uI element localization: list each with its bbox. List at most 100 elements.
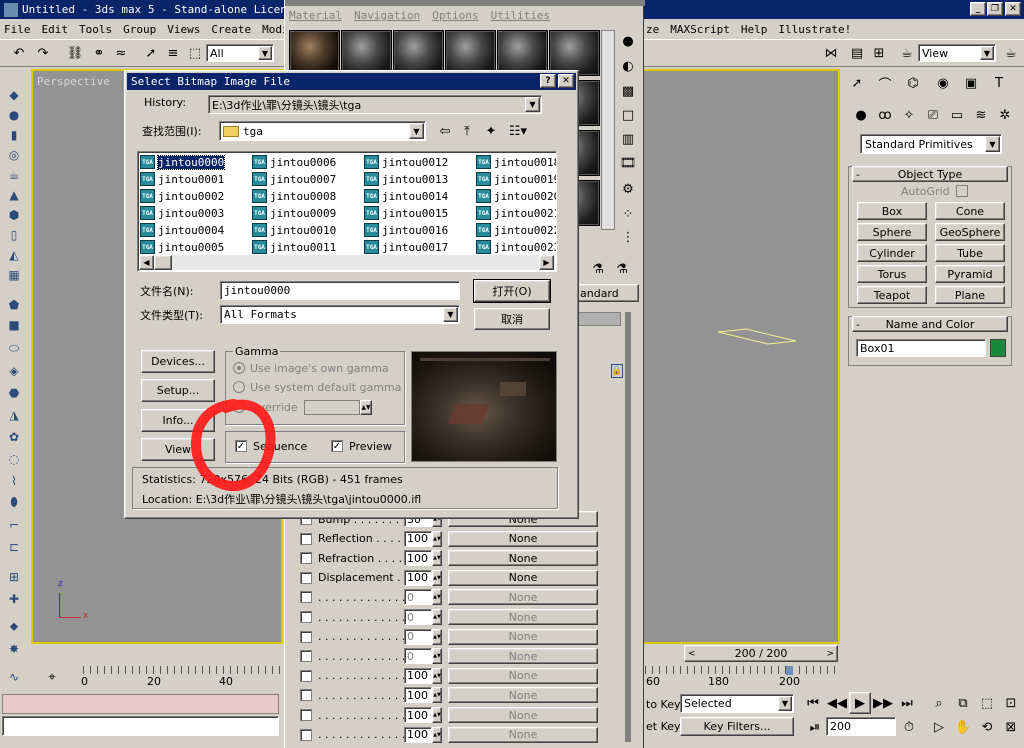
file-item[interactable]: TGA jintou0016: [364, 222, 448, 238]
play-icon[interactable]: ▶: [849, 692, 871, 714]
pick-material-icon[interactable]: ⚗: [587, 258, 609, 280]
map-enable-checkbox[interactable]: [300, 709, 312, 721]
spinner-arrows-icon[interactable]: ▲▼: [432, 687, 442, 704]
fov-icon[interactable]: ▷: [928, 716, 950, 738]
map-button[interactable]: None: [448, 648, 598, 665]
background-checker-icon[interactable]: ▩: [617, 80, 639, 102]
file-item[interactable]: TGA jintou0006: [252, 154, 336, 170]
motion-tab-icon[interactable]: ◉: [932, 72, 954, 94]
scroll-thumb[interactable]: [154, 255, 172, 270]
sample-type-icon[interactable]: ●: [617, 30, 639, 52]
object-color-swatch[interactable]: [990, 339, 1006, 357]
file-item[interactable]: TGA jintou0011: [252, 239, 336, 255]
primitive-button-torus[interactable]: Torus: [857, 265, 927, 283]
file-item[interactable]: TGA jintou0010: [252, 222, 336, 238]
prism-tool-icon[interactable]: ◮: [5, 406, 23, 423]
spline-tool-icon[interactable]: ∿: [5, 668, 23, 685]
torus-knot-tool-icon[interactable]: ✿: [5, 428, 23, 445]
zoom-extents-icon[interactable]: ⬚: [976, 692, 998, 714]
quick-render-icon[interactable]: ☕: [1000, 42, 1022, 64]
map-button[interactable]: None: [448, 707, 598, 723]
close-button[interactable]: ✕: [1005, 2, 1021, 16]
teapot-tool-icon[interactable]: ☕: [5, 166, 23, 183]
link-icon[interactable]: ⛓: [64, 42, 86, 64]
menu-customize[interactable]: ze: [646, 23, 659, 36]
helpers-icon[interactable]: ▭: [946, 104, 968, 126]
align-icon[interactable]: ▤: [846, 42, 868, 64]
file-item[interactable]: TGA jintou0001: [140, 171, 224, 187]
menu-file[interactable]: File: [4, 23, 31, 36]
gamma-override-spinner[interactable]: [304, 400, 360, 415]
file-list-hscrollbar[interactable]: ◀ ▶: [139, 255, 555, 270]
prev-frame-icon[interactable]: ◀◀: [826, 692, 848, 714]
file-item[interactable]: TGA jintou0005: [140, 239, 224, 255]
spinner-arrows-icon[interactable]: ▲▼: [432, 628, 442, 645]
primitive-button-pyramid[interactable]: Pyramid: [935, 265, 1005, 283]
key-filters-button[interactable]: Key Filters...: [680, 717, 794, 736]
create-tab-icon[interactable]: ➚: [846, 72, 868, 94]
spinner-arrows-icon[interactable]: ▲▼: [432, 589, 442, 606]
select-by-material-icon[interactable]: ⁘: [617, 203, 639, 225]
autogrid-checkbox[interactable]: [956, 185, 968, 197]
utilities-tab-icon[interactable]: T: [988, 72, 1010, 94]
mat-menu-options[interactable]: Options: [432, 9, 478, 25]
maxscript-listener-line[interactable]: [2, 716, 279, 736]
spinner-arrows-icon[interactable]: ▲▼: [432, 726, 442, 743]
restore-button[interactable]: ❐: [987, 2, 1003, 16]
filename-input[interactable]: jintou0000: [220, 281, 460, 300]
oiltank-tool-icon[interactable]: ⬭: [5, 340, 23, 357]
file-item[interactable]: TGA jintou0013: [364, 171, 448, 187]
hierarchy-tab-icon[interactable]: ⌬: [902, 72, 924, 94]
map-amount-spinner[interactable]: 0: [404, 648, 432, 665]
grid-tool-icon[interactable]: ⊞: [5, 568, 23, 585]
file-item[interactable]: TGA jintou0003: [140, 205, 224, 221]
bone-tool-icon[interactable]: ⬥: [5, 618, 23, 635]
primitive-category-dropdown[interactable]: Standard Primitives ▼: [860, 134, 1002, 154]
select-icon[interactable]: ➚: [140, 42, 162, 64]
name-color-header[interactable]: - Name and Color: [852, 316, 1008, 332]
pick-material-icon-2[interactable]: ⚗: [611, 258, 633, 280]
preview-checkbox[interactable]: ✓: [331, 440, 343, 452]
time-slider-prev-icon[interactable]: <: [688, 649, 696, 659]
file-item[interactable]: TGA jintou0004: [140, 222, 224, 238]
lookin-dropdown[interactable]: tga ▼: [219, 121, 426, 141]
time-slider-next-icon[interactable]: >: [826, 649, 834, 659]
spindle-tool-icon[interactable]: ◈: [5, 362, 23, 379]
named-selection-icon[interactable]: ⊞: [868, 42, 890, 64]
spinner-arrows-icon[interactable]: ▲▼: [432, 550, 442, 567]
file-item[interactable]: TGA jintou0023: [476, 239, 556, 255]
geometry-icon[interactable]: ●: [850, 104, 872, 126]
light-tool-icon[interactable]: ✸: [5, 640, 23, 657]
mat-menu-material[interactable]: Material: [289, 9, 342, 25]
primitive-button-cylinder[interactable]: Cylinder: [857, 244, 927, 262]
object-type-header[interactable]: - Object Type: [852, 166, 1008, 182]
map-amount-spinner[interactable]: 100: [404, 550, 432, 567]
map-button[interactable]: None: [448, 667, 598, 684]
material-panel-scrollbar[interactable]: [625, 312, 631, 742]
file-item[interactable]: TGA jintou0002: [140, 188, 224, 204]
region-select-icon[interactable]: ⬚: [184, 42, 206, 64]
hedra-tool-icon[interactable]: ⬟: [5, 296, 23, 313]
arc-rotate-icon[interactable]: ⟲: [976, 716, 998, 738]
tube-tool-icon[interactable]: ▯: [5, 226, 23, 243]
file-item[interactable]: TGA jintou0022: [476, 222, 556, 238]
menu-views[interactable]: Views: [167, 23, 200, 36]
ring-wave-tool-icon[interactable]: ◌: [5, 450, 23, 467]
filetype-dropdown[interactable]: All Formats ▼: [220, 305, 460, 324]
file-item[interactable]: TGA jintou0000: [140, 154, 226, 170]
c-ext-tool-icon[interactable]: ⊏: [5, 538, 23, 555]
material-type-button[interactable]: andard: [577, 284, 639, 302]
file-list[interactable]: TGA jintou0000 TGA jintou0001 TGA jintou0002 T…: [137, 151, 557, 272]
current-frame-input[interactable]: 200: [826, 717, 896, 736]
map-button[interactable]: None: [448, 589, 598, 606]
map-button[interactable]: None: [448, 687, 598, 704]
primitive-button-cone[interactable]: Cone: [935, 202, 1005, 220]
lock-icon[interactable]: 🔒: [611, 364, 623, 378]
box-tool-icon[interactable]: ◆: [5, 86, 23, 103]
map-enable-checkbox[interactable]: [300, 591, 312, 604]
map-enable-checkbox[interactable]: [300, 669, 312, 682]
render-scene-icon[interactable]: ☕: [896, 42, 918, 64]
plane-tool-icon[interactable]: ▦: [5, 266, 23, 283]
scroll-left-arrow[interactable]: ◀: [139, 255, 154, 270]
geosphere-tool-icon[interactable]: ⬢: [5, 206, 23, 223]
